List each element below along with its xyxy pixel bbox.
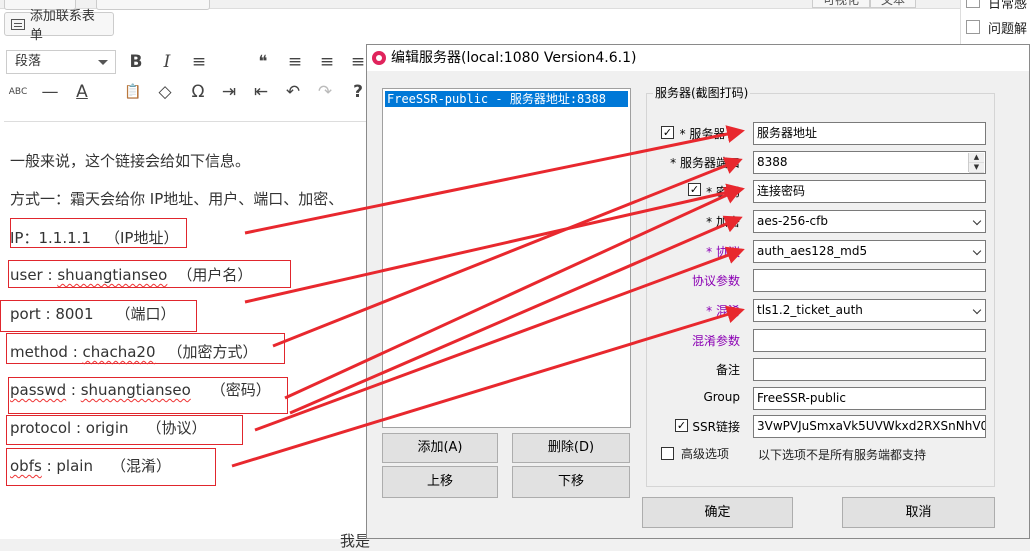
paste-text-icon[interactable]: 📋 bbox=[121, 80, 145, 104]
clear-format-icon[interactable]: ◇ bbox=[153, 80, 177, 104]
intro-text: 一般来说，这个链接会给如下信息。 bbox=[10, 152, 251, 170]
advanced-note: 以下选项不是所有服务端都支持 bbox=[758, 448, 927, 462]
obfs-select[interactable]: tls1.2_ticket_auth bbox=[753, 299, 986, 322]
add-button[interactable]: 添加(A) bbox=[382, 433, 498, 463]
undo-icon[interactable]: ↶ bbox=[281, 80, 305, 104]
server-ip-field[interactable]: 服务器地址 bbox=[753, 122, 986, 145]
align-center-button[interactable]: ≡ bbox=[315, 50, 339, 74]
blockquote-button[interactable]: ❝ bbox=[251, 50, 275, 74]
encryption-select[interactable]: aes-256-cfb bbox=[753, 210, 986, 233]
bold-button[interactable]: B bbox=[124, 50, 148, 74]
info-line-user: user : shuangtianseo （用户名） bbox=[10, 266, 253, 284]
view-tabs: 可视化 文本 bbox=[812, 0, 917, 8]
server-ip-label: * 服务器 IP bbox=[679, 127, 740, 141]
obfs-label: * 混淆 bbox=[706, 304, 740, 318]
group-label: Group bbox=[703, 390, 740, 404]
obfs-param-label: 混淆参数 bbox=[691, 334, 740, 348]
info-line-method: method : chacha20 （加密方式） bbox=[10, 343, 258, 361]
add-contact-form-label: 添加联系表单 bbox=[29, 9, 95, 43]
info-line-protocol: protocol : origin （协议） bbox=[10, 419, 207, 437]
group-field[interactable]: FreeSSR-public bbox=[753, 387, 986, 410]
server-list-item[interactable]: FreeSSR-public - 服务器地址:8388 bbox=[385, 91, 628, 107]
tab-visual[interactable]: 可视化 bbox=[812, 0, 871, 8]
ssr-link-field[interactable]: 3VwPVJuSmxaVk5UVWkxd2RXSnNhV00 bbox=[753, 415, 986, 438]
edit-server-dialog: 编辑服务器(local:1080 Version4.6.1) FreeSSR-p… bbox=[366, 44, 1030, 539]
sidebar-item-2: 问题解 bbox=[988, 22, 1028, 37]
dialog-titlebar[interactable]: 编辑服务器(local:1080 Version4.6.1) bbox=[367, 45, 1029, 71]
bullet-list-button[interactable]: ≡ bbox=[187, 50, 211, 74]
password-label: * 密码 bbox=[706, 185, 740, 199]
server-port-label: * 服务器端口 bbox=[670, 156, 740, 170]
header-button-2[interactable] bbox=[96, 0, 210, 10]
server-listbox[interactable]: FreeSSR-public - 服务器地址:8388 bbox=[382, 88, 631, 428]
protocol-label: * 协议 bbox=[706, 245, 740, 259]
advanced-label: 高级选项 bbox=[681, 447, 730, 461]
protocol-select[interactable]: auth_aes128_md5 bbox=[753, 240, 986, 263]
encryption-label: * 加密 bbox=[706, 215, 740, 229]
remarks-field[interactable] bbox=[753, 358, 986, 381]
ssr-app-icon bbox=[372, 51, 386, 65]
protocol-param-label: 协议参数 bbox=[691, 274, 740, 288]
cancel-button[interactable]: 取消 bbox=[842, 497, 995, 528]
text-color-icon[interactable]: A bbox=[70, 80, 94, 104]
info-line-obfs: obfs : plain （混淆） bbox=[10, 457, 171, 475]
horizontal-line-icon[interactable]: — bbox=[38, 80, 62, 104]
server-group-title: 服务器(截图打码) bbox=[653, 84, 751, 101]
indent-icon[interactable]: ⇥ bbox=[217, 80, 241, 104]
remarks-label: 备注 bbox=[715, 363, 740, 377]
redo-icon[interactable]: ↷ bbox=[313, 80, 337, 104]
outdent-icon[interactable]: ⇤ bbox=[249, 80, 273, 104]
dialog-title: 编辑服务器(local:1080 Version4.6.1) bbox=[391, 50, 637, 66]
form-icon bbox=[11, 18, 25, 30]
align-left-button[interactable]: ≡ bbox=[283, 50, 307, 74]
sidebar-checkbox-1[interactable] bbox=[966, 0, 980, 8]
ok-button[interactable]: 确定 bbox=[642, 497, 793, 528]
obfs-param-field[interactable] bbox=[753, 329, 986, 352]
protocol-param-field[interactable] bbox=[753, 269, 986, 292]
paragraph-format-select[interactable]: 段落 bbox=[6, 50, 116, 74]
tab-text[interactable]: 文本 bbox=[870, 0, 917, 8]
sidebar-item-1: 日常感 bbox=[988, 0, 1028, 12]
move-down-button[interactable]: 下移 bbox=[512, 466, 630, 498]
italic-button[interactable]: I bbox=[155, 50, 179, 74]
method-line-text: 方式一：霜天会给你 IP地址、用户、端口、加密、 bbox=[10, 190, 344, 208]
info-line-port: port : 8001 （端口） bbox=[10, 305, 176, 323]
strikethrough-icon[interactable]: ABC bbox=[6, 80, 30, 104]
delete-button[interactable]: 删除(D) bbox=[512, 433, 630, 463]
special-char-icon[interactable]: Ω bbox=[186, 80, 210, 104]
sidebar-checkbox-2[interactable] bbox=[966, 20, 980, 34]
ssr-link-label: SSR链接 bbox=[692, 420, 740, 434]
port-spinner[interactable]: ▲ ▼ bbox=[968, 153, 984, 173]
move-up-button[interactable]: 上移 bbox=[382, 466, 498, 498]
spin-up-icon[interactable]: ▲ bbox=[969, 153, 984, 163]
password-field[interactable]: 连接密码 bbox=[753, 180, 986, 203]
spin-down-icon[interactable]: ▼ bbox=[969, 163, 984, 173]
advanced-checkbox[interactable] bbox=[661, 447, 674, 460]
info-line-ip: IP：1.1.1.1 （IP地址） bbox=[10, 229, 179, 247]
info-line-passwd: passwd : shuangtianseo （密码） bbox=[10, 381, 271, 399]
add-contact-form-button[interactable]: 添加联系表单 bbox=[4, 9, 114, 43]
server-port-field[interactable]: 8388 ▲ ▼ bbox=[753, 151, 986, 174]
